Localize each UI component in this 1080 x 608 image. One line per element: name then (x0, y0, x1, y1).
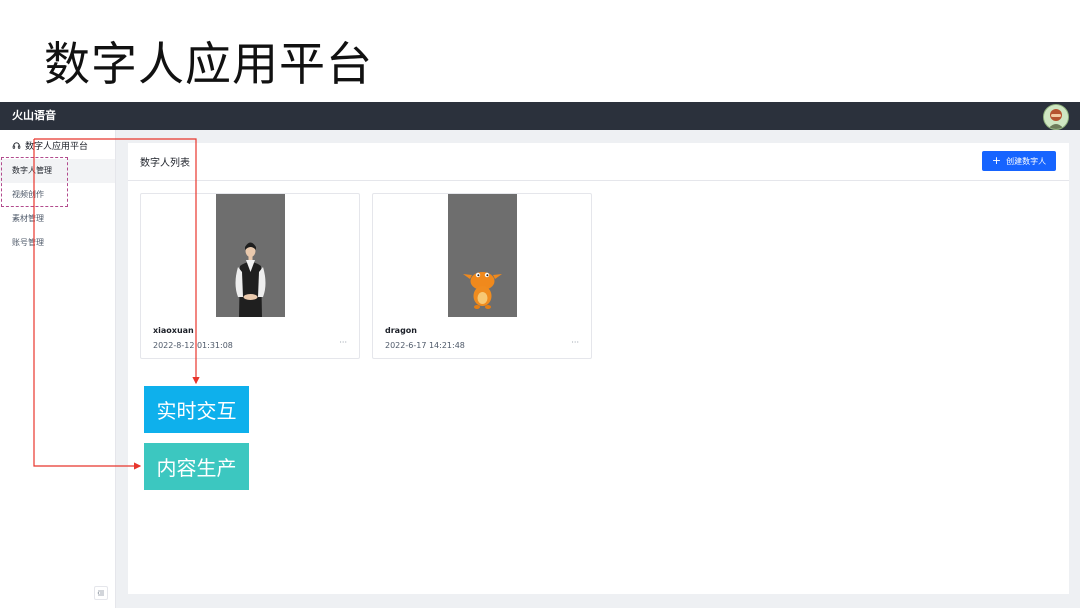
sidebar-header-label: 数字人应用平台 (25, 141, 89, 152)
more-options-icon[interactable]: ··· (571, 338, 579, 347)
top-bar: 火山语音 (0, 102, 1080, 130)
more-options-icon[interactable]: ··· (339, 338, 347, 347)
panel-title: 数字人列表 (140, 158, 190, 169)
create-button-label: 创建数字人 (1006, 156, 1047, 166)
panel-divider (128, 180, 1069, 181)
content-production-tag: 内容生产 (144, 443, 249, 490)
avatar[interactable] (1043, 104, 1069, 130)
digital-human-card[interactable]: dragon 2022-6-17 14:21:48 ··· (372, 193, 592, 359)
brand-name: 火山语音 (12, 109, 56, 122)
card-thumbnail (216, 194, 285, 317)
realtime-interaction-tag: 实时交互 (144, 386, 249, 433)
create-digital-human-button[interactable]: + 创建数字人 (982, 151, 1056, 171)
sidebar-item-materials[interactable]: 素材管理 (0, 207, 115, 231)
digital-human-card[interactable]: xiaoxuan 2022-8-12 01:31:08 ··· (140, 193, 360, 359)
card-date: 2022-8-12 01:31:08 (153, 341, 233, 350)
slide-title: 数字人应用平台 (44, 37, 373, 91)
plus-icon: + (991, 154, 1002, 167)
collapse-sidebar-button[interactable] (94, 586, 108, 600)
digital-human-list-panel: 数字人列表 + 创建数字人 xiaoxuan 2022-8-12 01:31:0… (128, 143, 1069, 594)
headset-icon (12, 141, 21, 149)
sidebar-item-accounts[interactable]: 账号管理 (0, 231, 115, 255)
card-thumbnail (448, 194, 517, 317)
annotation-highlight-box (1, 157, 68, 207)
user-avatar-icon (1044, 105, 1068, 129)
sidebar-header[interactable]: 数字人应用平台 (12, 138, 88, 152)
card-name: xiaoxuan (153, 326, 194, 335)
presenter-figure-icon (216, 194, 285, 317)
collapse-icon (97, 590, 104, 596)
card-name: dragon (385, 326, 417, 335)
dragon-figure-icon (448, 194, 517, 317)
card-date: 2022-6-17 14:21:48 (385, 341, 465, 350)
